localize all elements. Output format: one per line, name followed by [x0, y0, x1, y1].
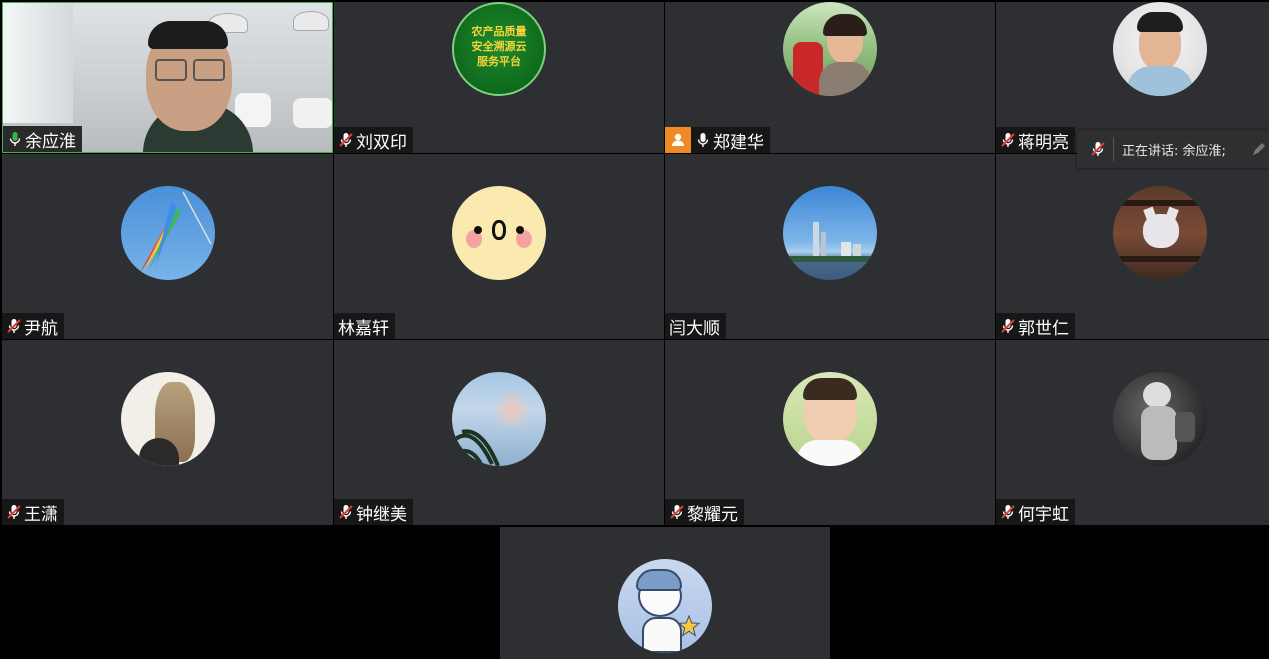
participant-name: 刘双印	[356, 132, 407, 153]
participant-name: 林嘉轩	[338, 318, 389, 339]
participant-name-tag: 钟继美	[334, 499, 413, 525]
logo-text-line: 农产品质量	[471, 25, 527, 38]
mic-muted-icon	[668, 503, 686, 521]
avatar	[452, 372, 546, 466]
avatar	[1113, 2, 1207, 96]
mic-on-icon	[6, 130, 24, 148]
participant-name: 王潇	[24, 504, 58, 525]
participant-name-tag: 林嘉轩	[334, 313, 395, 339]
mic-muted-icon	[337, 131, 355, 149]
video-tile-9[interactable]: 王潇	[2, 340, 333, 525]
participant-name-tag: 王潇	[2, 499, 64, 525]
video-tile-6[interactable]: 林嘉轩	[334, 154, 664, 339]
avatar	[783, 2, 877, 96]
avatar	[452, 186, 546, 280]
mic-muted-icon	[5, 317, 23, 335]
video-tile-2[interactable]: 农产品质量 安全溯源云 服务平台 刘双印	[334, 2, 664, 153]
participant-name-tag: 郭世仁	[996, 313, 1075, 339]
participant-name: 蒋明亮	[1018, 132, 1069, 153]
divider	[1113, 137, 1114, 161]
video-tile-3[interactable]: 郑建华	[665, 2, 995, 153]
avatar: 农产品质量 安全溯源云 服务平台	[452, 2, 546, 96]
video-tile-12[interactable]: 何宇虹	[996, 340, 1269, 525]
logo-text-line: 服务平台	[477, 55, 521, 68]
mic-muted-icon	[999, 503, 1017, 521]
speaking-indicator: 正在讲话: 余应淮;	[1077, 130, 1269, 168]
participant-name-tag: 何宇虹	[996, 499, 1075, 525]
pencil-icon[interactable]	[1251, 141, 1267, 161]
participant-name-tag: 郑建华	[665, 127, 770, 153]
avatar	[1113, 186, 1207, 280]
avatar	[783, 372, 877, 466]
participant-name: 何宇虹	[1018, 504, 1069, 525]
speaking-indicator-text: 正在讲话: 余应淮;	[1122, 143, 1226, 159]
avatar	[120, 186, 215, 280]
video-tile-8[interactable]: 郭世仁	[996, 154, 1269, 339]
participant-name: 郑建华	[713, 132, 764, 153]
avatar	[1113, 372, 1207, 466]
person-icon	[665, 127, 691, 153]
avatar	[618, 559, 712, 653]
participant-name: 钟继美	[356, 504, 407, 525]
participant-name-tag: 刘双印	[334, 127, 413, 153]
video-tile-7[interactable]: 闫大顺	[665, 154, 995, 339]
participant-name: 尹航	[24, 318, 58, 339]
video-tile-5[interactable]: 尹航	[2, 154, 333, 339]
participant-name-tag: 黎耀元	[665, 499, 744, 525]
participant-name-tag: 尹航	[2, 313, 64, 339]
participant-name: 余应淮	[25, 131, 76, 152]
mic-muted-icon	[999, 317, 1017, 335]
mic-muted-icon	[337, 503, 355, 521]
mic-on-icon	[694, 131, 712, 149]
participant-name: 郭世仁	[1018, 318, 1069, 339]
video-tile-13[interactable]	[500, 527, 830, 659]
participant-name-tag: 蒋明亮	[996, 127, 1075, 153]
video-tile-1[interactable]: 余应淮	[2, 2, 333, 153]
participant-name: 闫大顺	[669, 318, 720, 339]
mic-muted-icon	[5, 503, 23, 521]
video-tile-10[interactable]: 钟继美	[334, 340, 664, 525]
participant-name-tag: 闫大顺	[665, 313, 726, 339]
participant-name: 黎耀元	[687, 504, 738, 525]
participant-name-tag: 余应淮	[3, 126, 82, 152]
video-tile-11[interactable]: 黎耀元	[665, 340, 995, 525]
avatar	[783, 186, 877, 280]
avatar	[120, 372, 215, 466]
logo-text-line: 安全溯源云	[471, 40, 527, 53]
mic-muted-icon	[1089, 140, 1107, 158]
mic-muted-icon	[999, 131, 1017, 149]
